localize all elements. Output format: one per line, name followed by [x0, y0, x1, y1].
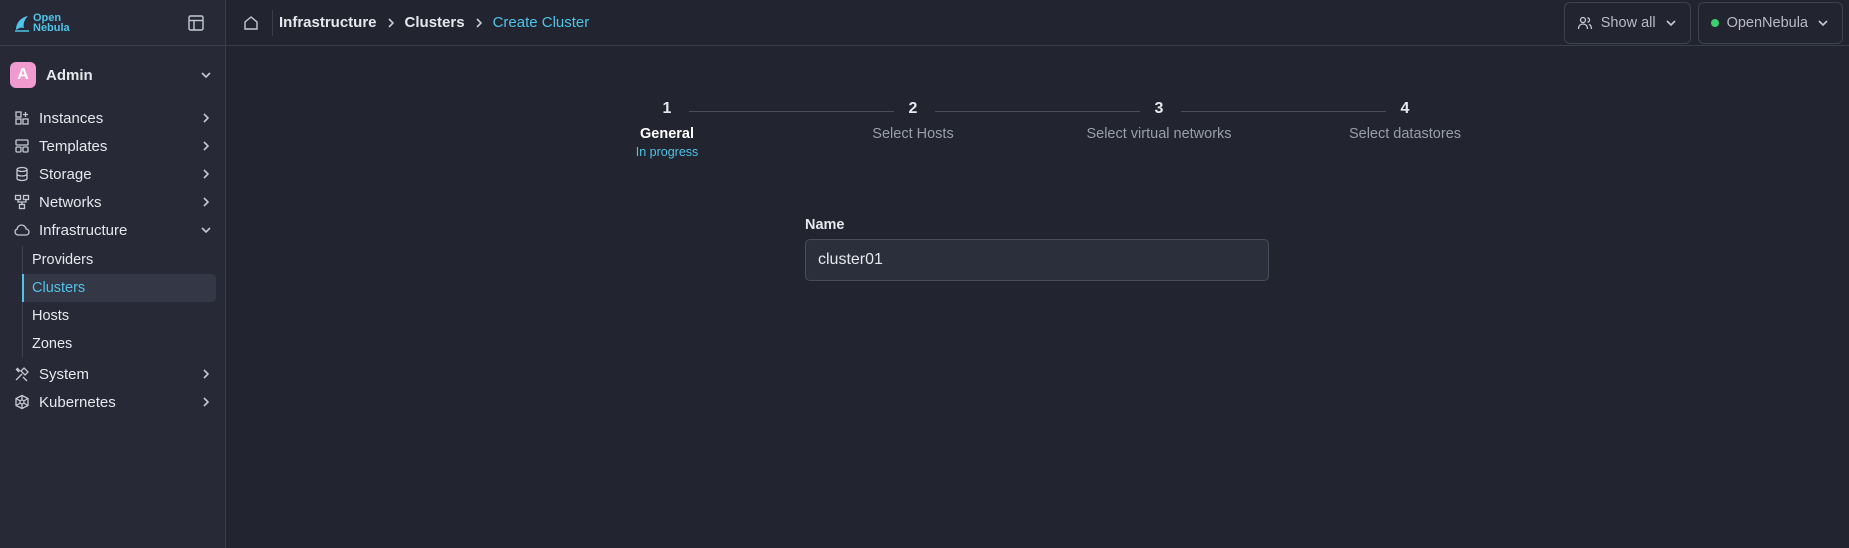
storage-icon: [16, 166, 28, 182]
layout-toggle-icon[interactable]: [187, 14, 205, 32]
user-menu[interactable]: A Admin: [0, 46, 225, 104]
opennebula-logo[interactable]: Open Nebula: [14, 11, 70, 34]
breadcrumb-create-cluster: Create Cluster: [492, 14, 590, 31]
chevron-right-icon: [203, 113, 210, 123]
step-label: Select Hosts: [872, 126, 954, 142]
chevron-down-icon: [1666, 19, 1676, 26]
instances-icon: [15, 111, 29, 125]
zone-status-dot: [1710, 18, 1719, 27]
logo-icon: [15, 15, 29, 32]
sidebar-item-templates[interactable]: Templates: [0, 132, 225, 160]
chevron-right-icon: [475, 17, 482, 28]
sidebar-header: Open Nebula: [0, 0, 225, 46]
zone-selector-button[interactable]: OpenNebula: [1697, 1, 1843, 44]
name-field-label: Name: [805, 217, 845, 233]
header-actions: Show all OpenNebula: [1563, 1, 1843, 44]
system-icon: [15, 367, 29, 382]
step-number: 3: [1154, 100, 1164, 117]
name-input[interactable]: [805, 239, 1269, 281]
sidebar-item-clusters[interactable]: Clusters: [22, 274, 216, 302]
chevron-right-icon: [203, 397, 210, 407]
step-number: 4: [1400, 100, 1410, 117]
sidebar-item-label: Infrastructure: [39, 221, 128, 239]
avatar: A: [10, 62, 36, 88]
chevron-down-icon: [201, 72, 211, 79]
step-number: 1: [662, 100, 672, 117]
chevron-down-icon: [1818, 19, 1828, 26]
home-icon[interactable]: [242, 14, 260, 32]
app-root: Open Nebula A Admin Instances Templates: [0, 0, 1849, 548]
sidebar-item-infrastructure[interactable]: Infrastructure: [0, 216, 225, 244]
sidebar-item-hosts[interactable]: Hosts: [22, 302, 216, 330]
sidebar-item-storage[interactable]: Storage: [0, 160, 225, 188]
sidebar: Open Nebula A Admin Instances Templates: [0, 0, 226, 548]
group-filter-label: Show all: [1600, 14, 1656, 31]
sidebar-item-zones[interactable]: Zones: [22, 330, 216, 358]
step-label: Select virtual networks: [1086, 126, 1232, 142]
step-label: Select datastores: [1348, 126, 1462, 142]
sidebar-item-providers[interactable]: Providers: [22, 246, 216, 274]
sidebar-item-label: Instances: [39, 109, 104, 127]
sidebar-item-networks[interactable]: Networks: [0, 188, 225, 216]
chevron-right-icon: [203, 141, 210, 151]
kubernetes-icon: [15, 394, 29, 410]
step-select-virtual-networks[interactable]: 3 Select virtual networks: [1049, 100, 1269, 142]
breadcrumb: Infrastructure Clusters Create Cluster: [279, 14, 589, 31]
sidebar-item-label: Networks: [39, 193, 102, 211]
step-status: In progress: [635, 145, 699, 159]
top-header: Infrastructure Clusters Create Cluster S…: [226, 0, 1849, 46]
general-form: Name: [805, 217, 1269, 281]
infrastructure-submenu: Providers Clusters Hosts Zones: [22, 244, 216, 360]
breadcrumb-clusters[interactable]: Clusters: [405, 14, 465, 31]
step-select-hosts[interactable]: 2 Select Hosts: [803, 100, 1023, 142]
chevron-right-icon: [203, 169, 210, 179]
logo-text-line1: Open: [33, 11, 62, 24]
step-select-datastores[interactable]: 4 Select datastores: [1295, 100, 1515, 142]
step-number: 2: [908, 100, 918, 117]
sidebar-item-label: System: [39, 365, 90, 383]
sidebar-item-kubernetes[interactable]: Kubernetes: [0, 388, 225, 416]
group-filter-button[interactable]: Show all: [1563, 1, 1691, 44]
chevron-down-icon: [201, 227, 211, 234]
networks-icon: [14, 194, 30, 210]
zone-label: OpenNebula: [1726, 14, 1808, 31]
templates-icon: [15, 139, 29, 153]
logo-text-line2: Nebula: [33, 21, 70, 34]
chevron-right-icon: [387, 17, 394, 28]
step-general[interactable]: 1 General In progress: [557, 100, 777, 159]
step-label: General: [640, 126, 694, 142]
sidebar-item-label: Templates: [39, 137, 108, 155]
logo-text: Open Nebula: [33, 11, 70, 34]
sidebar-item-label: Kubernetes: [39, 393, 116, 411]
breadcrumb-infrastructure[interactable]: Infrastructure: [279, 14, 377, 31]
user-name: Admin: [46, 66, 93, 84]
sidebar-item-label: Storage: [39, 165, 92, 183]
chevron-right-icon: [203, 369, 210, 379]
sidebar-item-system[interactable]: System: [0, 360, 225, 388]
chevron-right-icon: [203, 197, 210, 207]
cloud-icon: [14, 224, 30, 236]
header-divider: [272, 9, 273, 36]
sidebar-item-instances[interactable]: Instances: [0, 104, 225, 132]
users-icon: [1577, 16, 1592, 29]
